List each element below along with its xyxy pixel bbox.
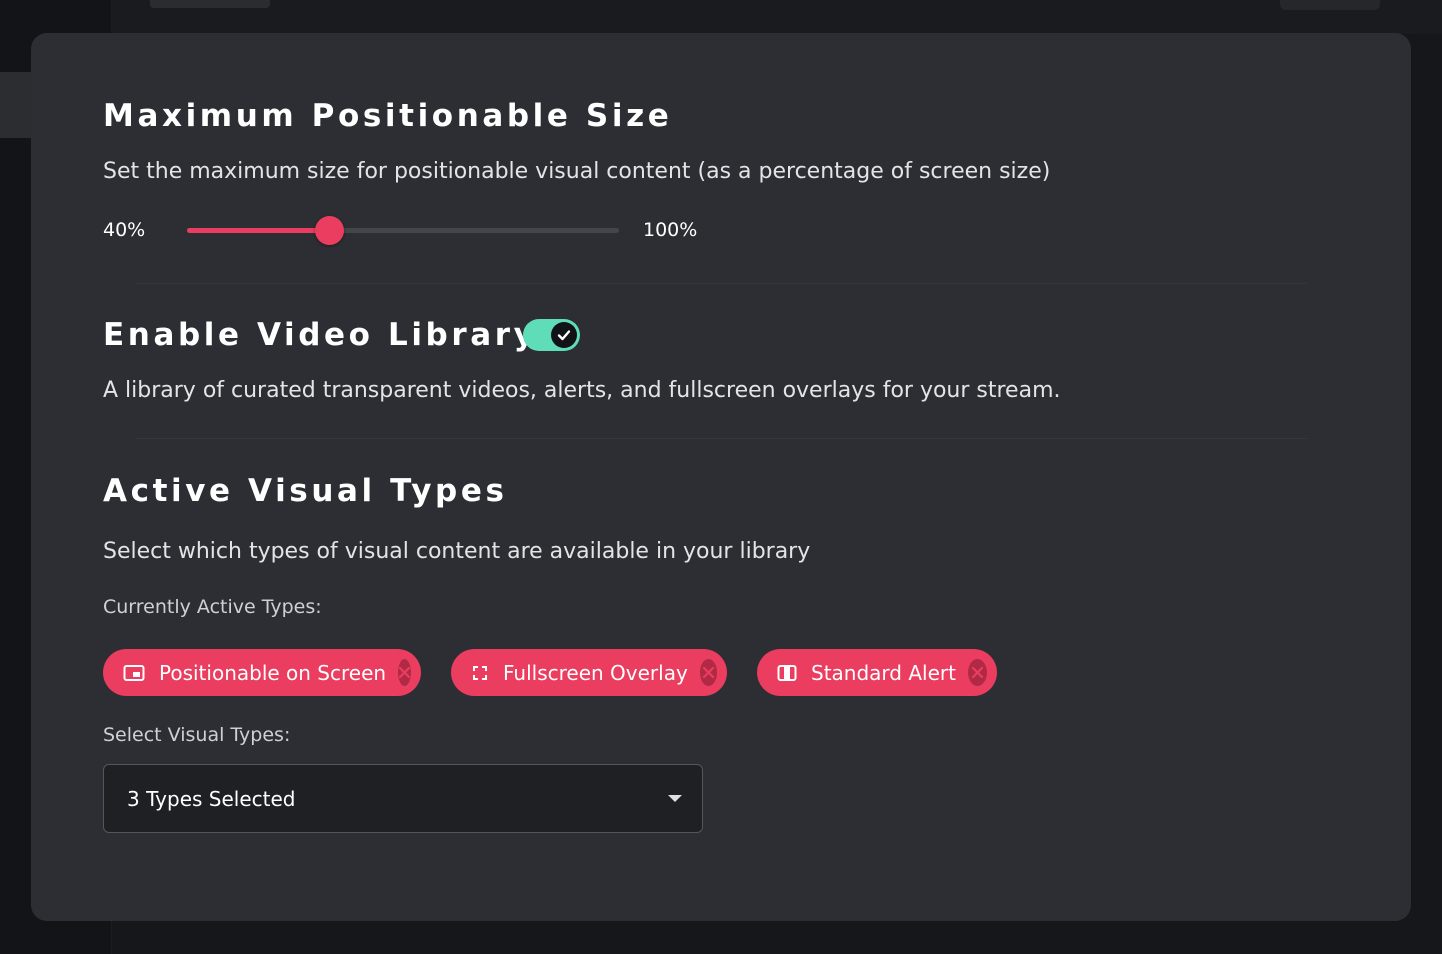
chip-standard-alert[interactable]: Standard Alert [757,649,997,696]
chip-fullscreen-overlay[interactable]: Fullscreen Overlay [451,649,727,696]
visual-types-description: Select which types of visual content are… [103,539,811,564]
section-divider [135,283,1307,284]
fullscreen-icon [471,664,489,682]
max-size-title: Maximum Positionable Size [103,98,673,134]
close-icon [702,666,714,679]
video-library-toggle[interactable] [523,319,580,351]
close-icon [398,666,411,679]
visual-types-title: Active Visual Types [103,473,508,509]
visual-types-select[interactable]: 3 Types Selected [103,764,703,833]
caret-down-icon [668,795,682,802]
chip-remove-button[interactable] [699,659,717,686]
picture-in-picture-icon [123,664,145,682]
max-size-description: Set the maximum size for positionable vi… [103,159,1051,184]
toggle-knob [551,322,577,348]
slider-thumb[interactable] [315,216,345,245]
video-library-description: A library of curated transparent videos,… [103,378,1061,403]
background-sidebar-selected-item [0,72,32,138]
background-breadcrumb [150,0,270,8]
chip-label: Standard Alert [811,660,956,685]
background-topbar [112,0,1442,34]
slider-max-label: 100% [643,219,698,241]
select-value: 3 Types Selected [127,787,296,811]
max-size-slider[interactable] [187,216,619,245]
section-divider [135,438,1307,439]
chip-positionable-on-screen[interactable]: Positionable on Screen [103,649,421,696]
close-icon [971,666,984,679]
select-types-label: Select Visual Types: [103,724,291,746]
chip-label: Positionable on Screen [159,660,387,685]
chip-label: Fullscreen Overlay [503,660,688,685]
slider-fill [187,228,330,233]
alert-layout-icon [777,664,797,682]
settings-panel: Maximum Positionable Size Set the maximu… [31,33,1411,921]
background-header-button [1280,0,1380,10]
checkmark-icon [557,330,571,341]
active-types-label: Currently Active Types: [103,596,322,618]
video-library-title: Enable Video Library [103,317,538,353]
chip-remove-button[interactable] [398,659,412,686]
slider-min-label: 40% [103,219,146,241]
chip-remove-button[interactable] [967,659,987,686]
